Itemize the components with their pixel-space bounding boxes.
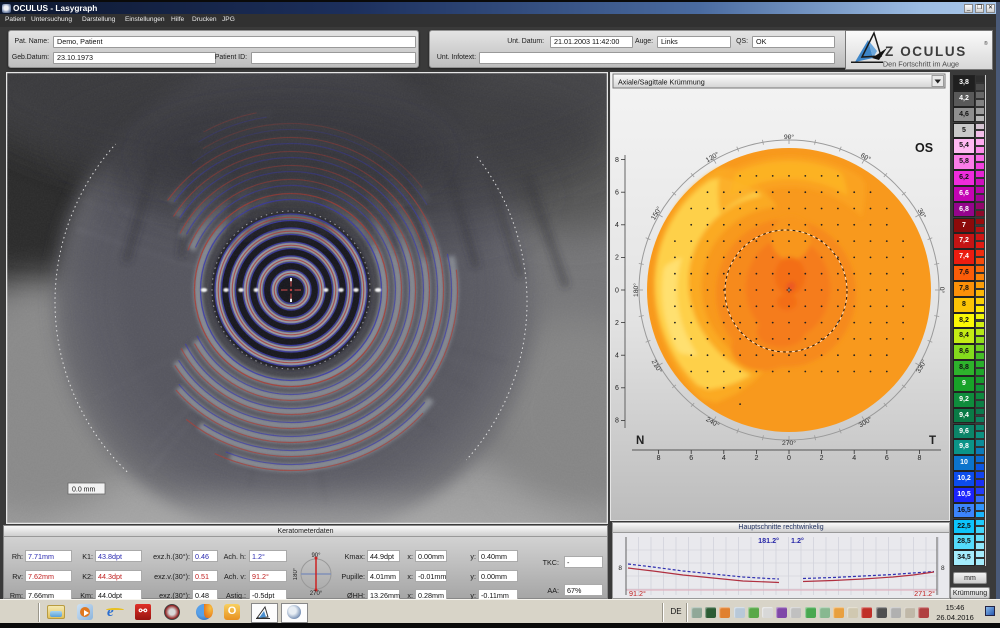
svg-text:271.2°: 271.2° — [914, 589, 935, 598]
svg-text:2: 2 — [615, 320, 619, 327]
svg-text:Z OCULUS: Z OCULUS — [885, 44, 967, 59]
svg-text:1.2°: 1.2° — [791, 536, 804, 545]
svg-text:4: 4 — [852, 455, 856, 462]
svg-text:OS: OS — [915, 141, 933, 155]
svg-text:6: 6 — [885, 455, 889, 462]
svg-text:6: 6 — [689, 455, 693, 462]
svg-text:Axiale/Sagittale Krümmung: Axiale/Sagittale Krümmung — [618, 78, 705, 87]
svg-text:8: 8 — [618, 565, 622, 572]
svg-text:2: 2 — [754, 455, 758, 462]
svg-text:0: 0 — [787, 455, 791, 462]
svg-text:8: 8 — [917, 455, 921, 462]
svg-text:4: 4 — [615, 353, 619, 360]
svg-text:8: 8 — [657, 455, 661, 462]
svg-text:90°: 90° — [784, 133, 795, 141]
svg-text:270°: 270° — [310, 591, 323, 596]
svg-text:4: 4 — [722, 455, 726, 462]
svg-text:8: 8 — [941, 565, 945, 572]
svg-text:0°: 0° — [938, 287, 946, 294]
svg-text:90°: 90° — [311, 553, 321, 559]
svg-text:N: N — [636, 435, 644, 447]
svg-text:4: 4 — [615, 222, 619, 229]
svg-text:91.2°: 91.2° — [629, 589, 646, 598]
svg-text:2: 2 — [615, 255, 619, 262]
svg-text:270°: 270° — [782, 439, 796, 447]
svg-text:Den Fortschritt im Auge: Den Fortschritt im Auge — [883, 60, 959, 69]
svg-text:®: ® — [984, 40, 988, 47]
svg-text:0: 0 — [615, 287, 619, 294]
svg-text:180°: 180° — [293, 567, 299, 580]
svg-text:T: T — [929, 435, 936, 447]
svg-text:6: 6 — [615, 385, 619, 392]
svg-text:8: 8 — [615, 418, 619, 425]
svg-text:6: 6 — [615, 190, 619, 197]
svg-text:8: 8 — [615, 157, 619, 164]
svg-text:181.2°: 181.2° — [758, 536, 779, 545]
svg-text:2: 2 — [820, 455, 824, 462]
svg-text:180°: 180° — [632, 283, 640, 297]
